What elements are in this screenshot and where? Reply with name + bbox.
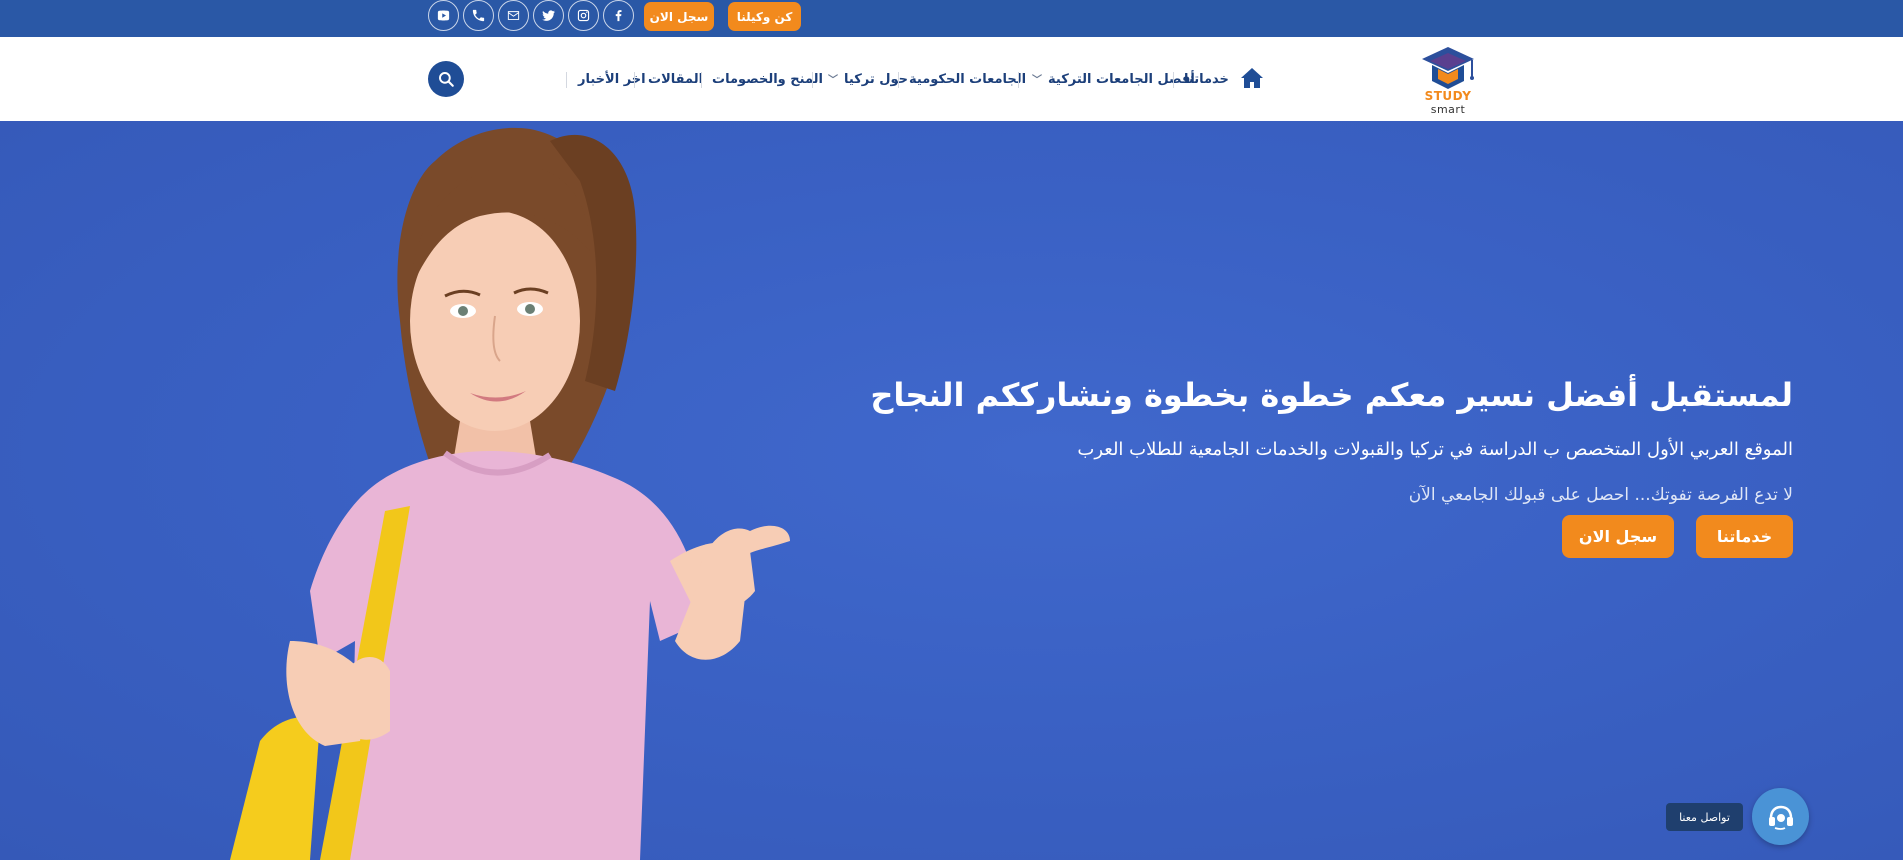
nav-scholarships[interactable]: المنح والخصومات	[712, 70, 823, 88]
logo-word-study: STUDY	[1424, 89, 1472, 103]
nav-public-universities[interactable]: الجامعات الحكومية	[909, 70, 1026, 88]
contact-us-button[interactable]	[1752, 788, 1809, 845]
register-now-button[interactable]: سجل الان	[644, 2, 714, 31]
twitter-icon[interactable]	[533, 0, 564, 31]
contact-us-label[interactable]: تواصل معنا	[1666, 803, 1743, 831]
nav-news[interactable]: اخر الأخبار	[578, 70, 646, 88]
nav-best-universities[interactable]: ﹀ أفضل الجامعات التركية	[1028, 70, 1195, 88]
nav-articles[interactable]: المقالات	[648, 70, 703, 88]
email-icon[interactable]	[498, 0, 529, 31]
hero-section: لمستقبل أفضل نسير معكم خطوة بخطوة ونشارك…	[0, 121, 1903, 860]
become-agent-button[interactable]: كن وكيلنا	[728, 2, 801, 31]
search-icon	[439, 72, 454, 87]
logo-word-smart: smart	[1430, 103, 1466, 116]
chevron-down-icon: ﹀	[1032, 74, 1042, 86]
instagram-icon[interactable]	[568, 0, 599, 31]
hero-subtitle: الموقع العربي الأول المتخصص ب الدراسة في…	[1077, 439, 1793, 460]
nav-separator	[812, 72, 813, 88]
hero-note: لا تدع الفرصة تفوتك... احصل على قبولك ال…	[1408, 485, 1793, 505]
chevron-down-icon: ﹀	[828, 74, 838, 86]
top-bar: سجل الان كن وكيلنا	[0, 0, 1903, 37]
hero-services-button[interactable]: خدماتنا	[1696, 515, 1793, 558]
nav-about-turkey[interactable]: ﹀ حول تركيا	[824, 70, 908, 88]
nav-separator	[1173, 72, 1174, 88]
nav-separator	[898, 72, 899, 88]
nav-separator	[566, 72, 567, 88]
student-photo	[230, 127, 790, 860]
nav-separator	[701, 72, 702, 88]
hero-title: لمستقبل أفضل نسير معكم خطوة بخطوة ونشارك…	[870, 376, 1793, 414]
main-header: اخر الأخبار المقالات المنح والخصومات ﹀ ح…	[0, 37, 1903, 121]
nav-services[interactable]: خدماتنا	[1184, 70, 1229, 88]
headset-icon	[1768, 805, 1793, 830]
phone-icon[interactable]	[463, 0, 494, 31]
home-icon	[1241, 68, 1263, 88]
youtube-icon[interactable]	[428, 0, 459, 31]
facebook-icon[interactable]	[603, 0, 634, 31]
nav-separator	[634, 72, 635, 88]
search-button[interactable]	[428, 61, 464, 97]
nav-separator	[1018, 72, 1019, 88]
hero-register-button[interactable]: سجل الان	[1562, 515, 1674, 558]
